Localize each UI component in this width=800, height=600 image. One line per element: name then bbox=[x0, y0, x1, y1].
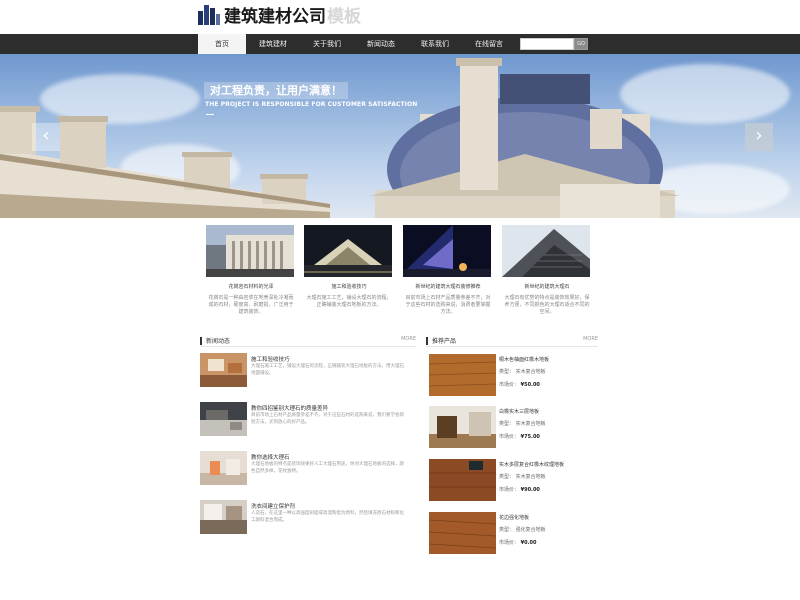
feature-desc: 大理石有优势的特点是装饰效果好，保养方便，不同颜色的大理石适合不同的空间。 bbox=[504, 295, 590, 315]
feature-image[interactable] bbox=[403, 225, 491, 277]
news-title[interactable]: 教你选择大理石 bbox=[251, 453, 290, 461]
news-image[interactable] bbox=[200, 402, 247, 436]
feature-title[interactable]: 施工和验收技巧 bbox=[304, 283, 394, 290]
feature-title[interactable]: 新世纪的建筑大理石 bbox=[502, 283, 592, 290]
news-item[interactable]: 教你选择大理石 大理石地板的特点是装饰效果好人工大理石用途，你对大理石地板的选择… bbox=[200, 451, 406, 487]
hero-banner: 对工程负责，让用户满意！ THE PROJECT IS RESPONSIBLE … bbox=[0, 54, 800, 218]
feature-desc: 目前市场上石材产品质量参差不齐，对于这些石材的选购来说，消费者要掌握方法。 bbox=[405, 295, 491, 315]
main-nav: 首页 建筑建材 关于我们 新闻动态 联系我们 在线留言 GO bbox=[0, 34, 800, 54]
product-price: 市场价： ¥0.00 bbox=[499, 540, 537, 546]
product-title[interactable]: 花边强化地板 bbox=[499, 514, 529, 521]
logo-sub: 模板 bbox=[327, 6, 361, 27]
building-illustration bbox=[0, 58, 680, 218]
nav-home[interactable]: 首页 bbox=[198, 34, 246, 54]
news-title[interactable]: 洗衣间建立保护剂 bbox=[251, 502, 295, 510]
nav-contact[interactable]: 联系我们 bbox=[408, 34, 462, 54]
feature-image[interactable] bbox=[502, 225, 590, 277]
nav-about-us[interactable]: 关于我们 bbox=[300, 34, 354, 54]
header: 建筑建材公司 模板 bbox=[0, 0, 800, 34]
news-title[interactable]: 教你四招鉴别大理石的质量差异 bbox=[251, 404, 328, 412]
news-image[interactable] bbox=[200, 353, 247, 387]
product-image[interactable] bbox=[429, 354, 496, 396]
news-desc: 人造石，在这里一种以高强度树脂或高温陶瓷为原料，然后填充原石材粉和化工颜料混合而… bbox=[251, 511, 404, 523]
product-price: 市场价： ¥75.00 bbox=[499, 434, 540, 440]
news-desc: 大理石地板的特点是装饰效果好人工大理石用途，你对大理石地板的选择，颜色自然多样，… bbox=[251, 462, 404, 474]
product-type: 类型： 强化复合地板 bbox=[499, 527, 546, 533]
news-title[interactable]: 施工和验收技巧 bbox=[251, 355, 290, 363]
feature-card[interactable]: 新世纪的建筑大理石 大理石有优势的特点是装饰效果好，保养方便，不同颜色的大理石适… bbox=[502, 225, 592, 316]
nav-building-materials[interactable]: 建筑建材 bbox=[246, 34, 300, 54]
product-title[interactable]: 白橡实木三层地板 bbox=[499, 408, 539, 415]
feature-card[interactable]: 施工和验收技巧 大理石施工工艺，铺设大理石的流程，正确铺装大理石地板的方法。 bbox=[304, 225, 394, 309]
product-item[interactable]: 桐木色柚面红橡木地板 类型： 实木复合地板 市场价： ¥50.00 bbox=[429, 354, 601, 396]
news-item[interactable]: 洗衣间建立保护剂 人造石，在这里一种以高强度树脂或高温陶瓷为原料，然后填充原石材… bbox=[200, 500, 406, 536]
news-desc: 目前市场上石材产品质量参差不齐，对于这些石材的选购来说，我们要学会辨别方法，买到… bbox=[251, 413, 404, 425]
news-section-title: 新闻动态 bbox=[206, 338, 231, 345]
product-title[interactable]: 实木多层复合红橡木纹理地板 bbox=[499, 461, 564, 468]
page: 建筑建材公司 模板 首页 建筑建材 关于我们 新闻动态 联系我们 在线留言 GO bbox=[0, 0, 800, 600]
banner-prev-button[interactable]: ‹ bbox=[32, 123, 60, 151]
products-more-link[interactable]: MORE bbox=[583, 336, 598, 342]
search-box: GO bbox=[520, 38, 588, 50]
product-item[interactable]: 花边强化地板 类型： 强化复合地板 市场价： ¥0.00 bbox=[429, 512, 601, 554]
news-image[interactable] bbox=[200, 500, 247, 534]
search-button[interactable]: GO bbox=[574, 38, 588, 50]
feature-row: 花岗岩石材料的光泽 花岗石是一种由岩浆在地壳深处冷凝而成的石材，硬度高、耐磨损，… bbox=[200, 225, 600, 325]
product-image[interactable] bbox=[429, 459, 496, 501]
product-price: 市场价： ¥50.00 bbox=[499, 382, 540, 388]
feature-title[interactable]: 花岗岩石材料的光泽 bbox=[206, 283, 296, 290]
logo[interactable]: 建筑建材公司 模板 bbox=[198, 2, 361, 27]
logo-name: 建筑建材公司 bbox=[224, 6, 326, 27]
banner-slogan-en: THE PROJECT IS RESPONSIBLE FOR CUSTOMER … bbox=[205, 101, 418, 108]
feature-title[interactable]: 新世纪的建筑大理石装修推荐 bbox=[403, 283, 493, 290]
feature-card[interactable]: 花岗岩石材料的光泽 花岗石是一种由岩浆在地壳深处冷凝而成的石材，硬度高、耐磨损，… bbox=[206, 225, 296, 316]
news-section-header: 新闻动态 MORE bbox=[200, 335, 416, 347]
news-image[interactable] bbox=[200, 451, 247, 485]
slogan-divider bbox=[206, 114, 214, 115]
news-desc: 大理石施工工艺，铺设大理石的流程，正确铺装大理石地板的方法，用大理石地面铺设。 bbox=[251, 364, 404, 376]
banner-next-button[interactable]: › bbox=[745, 123, 773, 151]
product-type: 类型： 实木复合地板 bbox=[499, 421, 546, 427]
products-section-title: 推荐产品 bbox=[432, 338, 457, 345]
feature-desc: 花岗石是一种由岩浆在地壳深处冷凝而成的石材，硬度高、耐磨损，广泛用于建筑装饰。 bbox=[208, 295, 294, 315]
product-image[interactable] bbox=[429, 512, 496, 554]
product-image[interactable] bbox=[429, 406, 496, 448]
building-logo-icon bbox=[198, 3, 220, 25]
nav-message[interactable]: 在线留言 bbox=[462, 34, 516, 54]
feature-desc: 大理石施工工艺，铺设大理石的流程，正确铺装大理石地板的方法。 bbox=[306, 295, 392, 308]
feature-card[interactable]: 新世纪的建筑大理石装修推荐 目前市场上石材产品质量参差不齐，对于这些石材的选购来… bbox=[403, 225, 493, 316]
product-price: 市场价： ¥90.00 bbox=[499, 487, 540, 493]
banner-slogan: 对工程负责，让用户满意！ bbox=[204, 82, 348, 99]
product-type: 类型： 实木复合地板 bbox=[499, 474, 546, 480]
feature-image[interactable] bbox=[206, 225, 294, 277]
news-item[interactable]: 施工和验收技巧 大理石施工工艺，铺设大理石的流程，正确铺装大理石地板的方法，用大… bbox=[200, 353, 406, 389]
nav-news[interactable]: 新闻动态 bbox=[354, 34, 408, 54]
search-input[interactable] bbox=[520, 38, 574, 50]
products-section-header: 推荐产品 MORE bbox=[426, 335, 598, 347]
product-item[interactable]: 白橡实木三层地板 类型： 实木复合地板 市场价： ¥75.00 bbox=[429, 406, 601, 448]
news-more-link[interactable]: MORE bbox=[401, 336, 416, 342]
product-type: 类型： 实木复合地板 bbox=[499, 369, 546, 375]
news-item[interactable]: 教你四招鉴别大理石的质量差异 目前市场上石材产品质量参差不齐，对于这些石材的选购… bbox=[200, 402, 406, 438]
product-item[interactable]: 实木多层复合红橡木纹理地板 类型： 实木复合地板 市场价： ¥90.00 bbox=[429, 459, 601, 501]
product-title[interactable]: 桐木色柚面红橡木地板 bbox=[499, 356, 549, 363]
feature-image[interactable] bbox=[304, 225, 392, 277]
